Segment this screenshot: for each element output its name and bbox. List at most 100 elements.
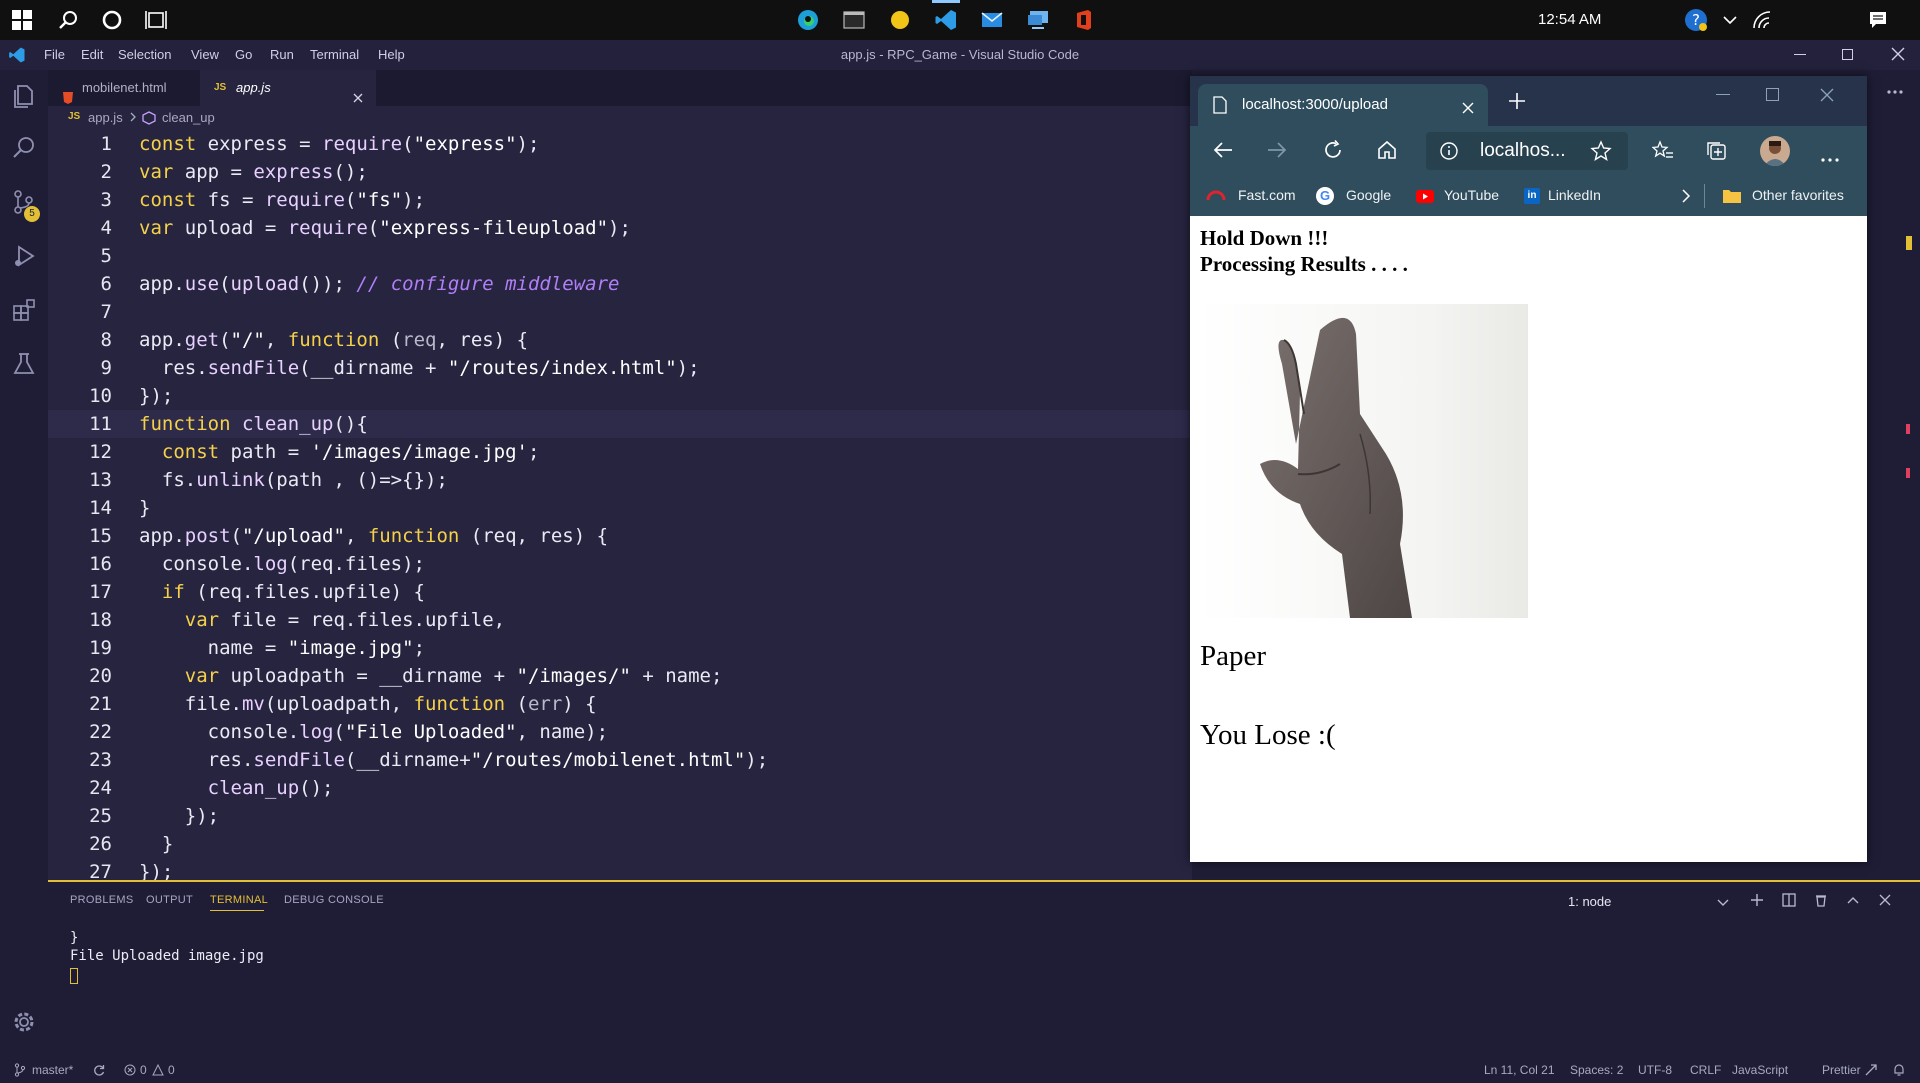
prediction-result: Paper — [1200, 640, 1267, 672]
menu-file[interactable]: File — [44, 40, 65, 70]
info-icon[interactable] — [1440, 142, 1458, 164]
extensions-icon[interactable] — [10, 296, 38, 324]
folder-icon — [1722, 188, 1742, 207]
terminal-cursor[interactable] — [70, 968, 78, 984]
trash-icon[interactable] — [1814, 892, 1828, 911]
chevron-up-icon[interactable] — [1716, 6, 1744, 34]
breadcrumb-file[interactable]: app.js — [88, 110, 123, 125]
close-window-button[interactable] — [1890, 46, 1906, 65]
favorite-youtube[interactable]: YouTube — [1444, 187, 1499, 203]
menu-edit[interactable]: Edit — [81, 40, 103, 70]
menu-view[interactable]: View — [191, 40, 219, 70]
browser-minimize-button[interactable] — [1716, 94, 1730, 95]
browser-close-button[interactable] — [1820, 87, 1834, 106]
favorite-google[interactable]: Google — [1346, 187, 1391, 203]
chevron-right-icon — [128, 109, 138, 128]
more-actions-icon[interactable] — [1886, 80, 1904, 99]
remote-desktop-icon[interactable] — [1024, 6, 1052, 34]
restore-button[interactable] — [1842, 49, 1853, 60]
favorite-fastcom[interactable]: Fast.com — [1238, 187, 1296, 203]
warning-icon[interactable] — [152, 1060, 164, 1080]
code-line: 10}); — [89, 385, 174, 407]
tab-mobilenet-html[interactable]: mobilenet.html — [48, 70, 200, 106]
encoding[interactable]: UTF-8 — [1638, 1060, 1672, 1080]
terminal-app-icon[interactable] — [840, 6, 868, 34]
explorer-icon[interactable] — [10, 82, 38, 110]
testing-flask-icon[interactable] — [10, 350, 38, 378]
collections-icon[interactable] — [1706, 140, 1728, 166]
address-text[interactable]: localhos... — [1480, 140, 1566, 162]
profile-avatar[interactable] — [1760, 136, 1790, 166]
search-icon[interactable] — [54, 6, 82, 34]
formatter[interactable]: Prettier — [1822, 1060, 1861, 1080]
menu-help[interactable]: Help — [378, 40, 405, 70]
new-terminal-icon[interactable] — [1750, 892, 1764, 911]
indentation[interactable]: Spaces: 2 — [1570, 1060, 1623, 1080]
menu-terminal[interactable]: Terminal — [310, 40, 359, 70]
tab-output[interactable]: OUTPUT — [146, 894, 193, 906]
more-options-icon[interactable] — [1820, 148, 1840, 167]
bell-icon[interactable] — [1892, 1060, 1906, 1080]
taskbar-clock[interactable]: 12:54 AM — [1538, 0, 1601, 40]
chevron-right-icon[interactable] — [1680, 188, 1692, 207]
split-terminal-icon[interactable] — [1782, 892, 1796, 911]
minimize-button[interactable] — [1794, 54, 1806, 55]
favorite-linkedin[interactable]: LinkedIn — [1548, 187, 1601, 203]
maximize-panel-icon[interactable] — [1846, 892, 1860, 911]
google-icon: G — [1316, 187, 1334, 205]
back-arrow-icon[interactable] — [1212, 140, 1234, 164]
office-icon[interactable] — [1070, 6, 1098, 34]
code-line: 13 fs.unlink(path , ()=>{}); — [89, 469, 448, 491]
menu-run[interactable]: Run — [270, 40, 294, 70]
new-tab-icon[interactable] — [1508, 92, 1526, 114]
favorite-star-icon[interactable] — [1590, 140, 1612, 166]
tab-debug-console[interactable]: DEBUG CONSOLE — [284, 894, 384, 906]
other-favorites[interactable]: Other favorites — [1752, 187, 1844, 203]
code-line: 22 console.log("File Uploaded", name); — [89, 721, 609, 743]
code-line: 7 — [100, 301, 112, 323]
breadcrumb-symbol[interactable]: clean_up — [162, 110, 215, 125]
home-icon[interactable] — [1376, 139, 1398, 165]
editor-tabs: mobilenet.html JS app.js — [48, 70, 1192, 106]
code-line: 19 name = "image.jpg"; — [89, 637, 426, 659]
run-debug-icon[interactable] — [10, 242, 38, 270]
wifi-icon[interactable] — [1748, 6, 1776, 34]
line-ending[interactable]: CRLF — [1690, 1060, 1721, 1080]
close-tab-icon[interactable] — [1462, 99, 1474, 118]
error-count[interactable]: 0 — [140, 1060, 147, 1080]
error-icon[interactable] — [124, 1060, 136, 1080]
tab-problems[interactable]: PROBLEMS — [70, 894, 134, 906]
vscode-taskbar-icon[interactable] — [932, 6, 960, 34]
browser-tab[interactable]: localhost:3000/upload — [1198, 84, 1488, 126]
notifications-icon[interactable] — [1864, 6, 1892, 34]
vscode-logo-icon — [8, 46, 26, 67]
task-view-icon[interactable] — [142, 6, 170, 34]
close-panel-icon[interactable] — [1878, 892, 1892, 911]
warning-count[interactable]: 0 — [168, 1060, 175, 1080]
code-line: 15 app.post("/upload", function (req, res… — [89, 525, 609, 547]
search-sidebar-icon[interactable] — [10, 134, 38, 162]
cursor-position[interactable]: Ln 11, Col 21 — [1484, 1060, 1555, 1080]
emoji-app-icon[interactable] — [886, 6, 914, 34]
settings-gear-icon[interactable] — [10, 1008, 38, 1036]
menu-go[interactable]: Go — [235, 40, 252, 70]
sync-icon[interactable] — [92, 1060, 106, 1080]
language-mode[interactable]: JavaScript — [1732, 1060, 1788, 1080]
browser-maximize-button[interactable] — [1766, 88, 1779, 101]
chevron-down-icon[interactable] — [1716, 894, 1730, 913]
help-icon[interactable]: ? — [1682, 6, 1710, 34]
feedback-icon[interactable] — [1864, 1060, 1878, 1080]
favorites-list-icon[interactable] — [1651, 140, 1674, 166]
edge-icon[interactable] — [794, 6, 822, 34]
tab-terminal[interactable]: TERMINAL — [210, 894, 268, 906]
code-line: 20 var uploadpath = __dirname + "/images… — [89, 665, 723, 687]
windows-start-icon[interactable] — [8, 6, 36, 34]
refresh-icon[interactable] — [1322, 139, 1344, 165]
cortana-icon[interactable] — [98, 6, 126, 34]
mail-icon[interactable] — [978, 6, 1006, 34]
terminal-select[interactable]: 1: node — [1568, 894, 1611, 909]
menu-selection[interactable]: Selection — [118, 40, 171, 70]
tab-app-js[interactable]: JS app.js — [200, 70, 376, 106]
git-branch[interactable]: master* — [32, 1060, 73, 1080]
code-editor[interactable]: 1 const express = require("express"); 2 va… — [48, 130, 1192, 880]
